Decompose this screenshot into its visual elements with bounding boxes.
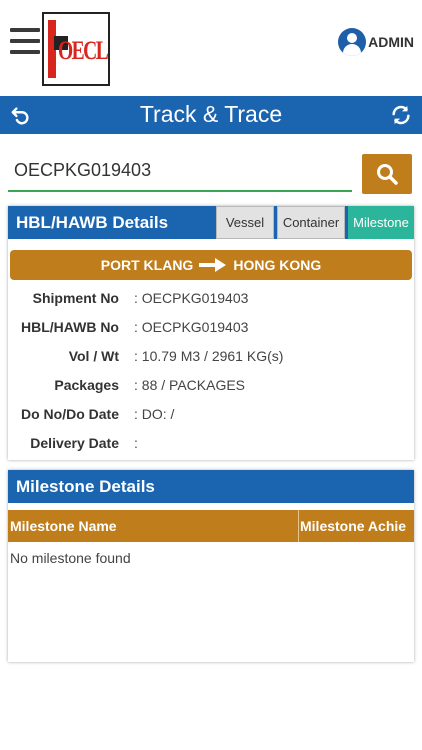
tab-container[interactable]: Container: [277, 206, 345, 239]
detail-value: :: [134, 435, 138, 451]
search-icon: [377, 164, 398, 185]
route-banner: PORT KLANG HONG KONG: [10, 250, 412, 280]
detail-label: Vol / Wt: [68, 348, 119, 364]
user-avatar-icon: [338, 28, 367, 56]
hbl-details-heading: HBL/HAWB Details: [8, 206, 214, 239]
detail-row-delivery-date: Delivery Date :: [8, 435, 414, 455]
detail-row-do-no: Do No/Do Date : DO: /: [8, 406, 414, 426]
detail-value: : OECPKG019403: [134, 319, 249, 335]
route-origin: PORT KLANG: [100, 257, 194, 273]
details-tabs: Vessel Container Milestone: [214, 206, 414, 239]
detail-value: : 10.79 M3 / 2961 KG(s): [134, 348, 284, 364]
page-title: Track & Trace: [139, 101, 283, 127]
refresh-icon[interactable]: [390, 104, 412, 126]
column-header-milestone-name: Milestone Name: [10, 518, 117, 534]
tab-vessel[interactable]: Vessel: [216, 206, 274, 239]
search-button[interactable]: [362, 154, 412, 194]
detail-value: : DO: /: [134, 406, 175, 422]
title-bar: Track & Trace: [0, 96, 422, 134]
menu-icon[interactable]: [10, 28, 40, 58]
route-destination: HONG KONG: [233, 257, 322, 273]
detail-label: Shipment No: [32, 290, 119, 306]
detail-label: Delivery Date: [30, 435, 119, 451]
detail-row-hbl-no: HBL/HAWB No : OECPKG019403: [8, 319, 414, 339]
detail-value: : 88 / PACKAGES: [134, 377, 246, 393]
app-header: OECL ADMIN: [0, 0, 422, 96]
milestone-card: Milestone Details Milestone Name Milesto…: [8, 470, 414, 662]
logo-text: OECL: [58, 36, 108, 65]
detail-label: Do No/Do Date: [21, 406, 119, 422]
search-input[interactable]: [8, 150, 352, 192]
user-label: ADMIN: [368, 34, 414, 50]
milestone-table-header: Milestone Name Milestone Achie: [8, 510, 414, 542]
user-menu[interactable]: ADMIN: [338, 28, 414, 56]
detail-row-vol-wt: Vol / Wt : 10.79 M3 / 2961 KG(s): [8, 348, 414, 368]
detail-row-packages: Packages : 88 / PACKAGES: [8, 377, 414, 397]
detail-value: : OECPKG019403: [134, 290, 249, 306]
hbl-details-card: HBL/HAWB Details Vessel Container Milest…: [8, 206, 414, 460]
empty-milestone-message: No milestone found: [10, 550, 131, 566]
detail-label: Packages: [54, 377, 119, 393]
detail-label: HBL/HAWB No: [21, 319, 119, 335]
company-logo: OECL: [42, 12, 110, 86]
column-header-milestone-achieved: Milestone Achie: [300, 518, 407, 534]
milestone-heading: Milestone Details: [8, 470, 414, 503]
tab-milestone[interactable]: Milestone: [348, 206, 414, 239]
arrow-right-icon: [199, 258, 227, 272]
detail-row-shipment-no: Shipment No : OECPKG019403: [8, 290, 414, 310]
